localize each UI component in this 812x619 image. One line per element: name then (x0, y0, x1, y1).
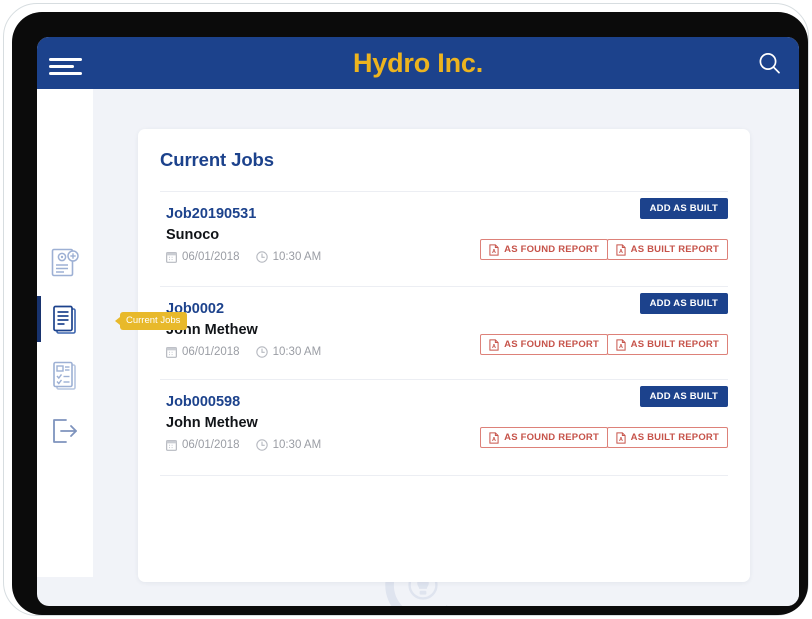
job-time-text: 10:30 AM (272, 346, 322, 358)
job-date: 06/01/2018 (166, 251, 240, 263)
pdf-file-icon: A (489, 338, 499, 351)
clock-icon (255, 251, 268, 263)
calendar-icon (166, 252, 177, 263)
job-date-text: 06/01/2018 (182, 251, 240, 263)
sidebar-item-logout[interactable] (37, 408, 93, 454)
svg-text:A: A (619, 437, 623, 443)
as-found-report-button[interactable]: A AS FOUND REPORT (480, 239, 608, 260)
sidebar-item-add-job[interactable] (37, 240, 93, 286)
app-title: Hydro Inc. (352, 48, 484, 78)
current-jobs-card: Current Jobs Job20190531 Sunoco 06/01/20… (138, 129, 750, 582)
job-list-item[interactable]: Job20190531 Sunoco 06/01/2018 10:30 AM A… (160, 191, 728, 286)
job-meta: 06/01/2018 10:30 AM (166, 439, 337, 451)
as-built-report-button[interactable]: A AS BUILT REPORT (606, 427, 728, 448)
job-time: 10:30 AM (255, 346, 322, 358)
sidebar-item-current-jobs[interactable] (37, 296, 93, 342)
pdf-file-icon: A (489, 243, 499, 256)
document-add-icon (51, 248, 79, 277)
pdf-file-icon: A (616, 431, 626, 444)
job-time-text: 10:30 AM (272, 251, 322, 263)
add-as-built-button[interactable]: ADD AS BUILT (639, 198, 728, 219)
job-time: 10:30 AM (255, 251, 322, 263)
search-glyph (759, 53, 780, 74)
job-meta: 06/01/2018 10:30 AM (166, 346, 337, 358)
logout-arrow-icon (53, 419, 77, 443)
job-time: 10:30 AM (255, 439, 322, 451)
app-header: Hydro Inc. (37, 37, 799, 89)
pdf-file-icon: A (616, 338, 626, 351)
job-customer-name: John Methew (166, 415, 258, 431)
job-date-text: 06/01/2018 (182, 346, 240, 358)
as-built-report-label: AS BUILT REPORT (630, 339, 719, 350)
as-found-report-label: AS FOUND REPORT (504, 339, 599, 350)
clock-icon (255, 346, 268, 358)
as-found-report-label: AS FOUND REPORT (504, 432, 599, 443)
sidebar-tooltip: Current Jobs (114, 312, 188, 330)
tablet-frame-outer: Hydro Inc. Current Jobs Current Jobs Job… (3, 3, 809, 616)
svg-text:A: A (619, 344, 623, 350)
checklist-documents-icon (53, 361, 76, 390)
job-time-text: 10:30 AM (272, 439, 322, 451)
job-list-item[interactable]: Job000598 John Methew 06/01/2018 10:30 A… (160, 379, 728, 476)
as-built-report-button[interactable]: A AS BUILT REPORT (606, 239, 728, 260)
add-as-built-button[interactable]: ADD AS BUILT (639, 293, 728, 314)
job-date: 06/01/2018 (166, 346, 240, 358)
job-id-link[interactable]: Job000598 (166, 394, 240, 410)
svg-text:A: A (492, 344, 496, 350)
svg-text:A: A (619, 249, 623, 255)
main-content: Current Jobs Job20190531 Sunoco 06/01/20… (93, 89, 799, 606)
svg-text:A: A (492, 249, 496, 255)
as-found-report-button[interactable]: A AS FOUND REPORT (480, 427, 608, 448)
job-date: 06/01/2018 (166, 439, 240, 451)
calendar-icon (166, 347, 177, 358)
pdf-file-icon: A (489, 431, 499, 444)
clock-icon (255, 439, 268, 451)
as-found-report-button[interactable]: A AS FOUND REPORT (480, 334, 608, 355)
svg-text:A: A (492, 437, 496, 443)
tablet-bezel: Hydro Inc. Current Jobs Current Jobs Job… (12, 12, 808, 615)
search-icon[interactable] (755, 49, 785, 79)
job-date-text: 06/01/2018 (182, 439, 240, 451)
calendar-icon (166, 440, 177, 451)
job-customer-name: Sunoco (166, 227, 220, 243)
sidebar-rail (37, 89, 93, 577)
documents-stack-icon (53, 305, 76, 334)
job-meta: 06/01/2018 10:30 AM (166, 251, 337, 263)
as-built-report-label: AS BUILT REPORT (630, 432, 719, 443)
sidebar-item-reports[interactable] (37, 352, 93, 398)
job-id-link[interactable]: Job20190531 (166, 206, 256, 222)
job-list-item[interactable]: Job0002 John Methew 06/01/2018 10:30 AM … (160, 286, 728, 381)
page-title: Current Jobs (160, 149, 274, 170)
pdf-file-icon: A (616, 243, 626, 256)
as-built-report-label: AS BUILT REPORT (630, 244, 719, 255)
add-as-built-button[interactable]: ADD AS BUILT (639, 386, 728, 407)
as-found-report-label: AS FOUND REPORT (504, 244, 599, 255)
as-built-report-button[interactable]: A AS BUILT REPORT (606, 334, 728, 355)
screen: Hydro Inc. Current Jobs Current Jobs Job… (37, 37, 799, 606)
